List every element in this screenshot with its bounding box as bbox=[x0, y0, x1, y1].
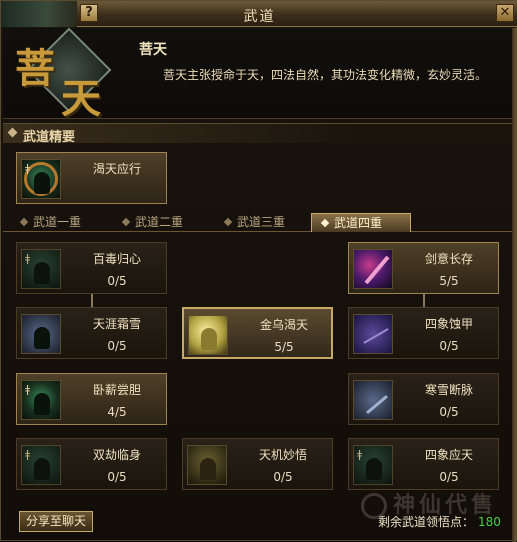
skill-name: 渴天应行 bbox=[92, 162, 141, 176]
meditation-icon: ǂ bbox=[21, 380, 61, 420]
skill-level: 0/5 bbox=[439, 405, 459, 419]
meditation-icon: ǂ bbox=[353, 445, 393, 485]
fan-icon bbox=[353, 314, 393, 354]
share-to-chat-button[interactable]: 分享至聊天 bbox=[19, 511, 93, 532]
skill-card-jinwu[interactable]: 金乌渴天 5/5 bbox=[182, 307, 333, 359]
tab-label: 武道四重 bbox=[334, 216, 383, 230]
title-bar[interactable]: ? 武道 ✕ bbox=[1, 1, 517, 27]
tree-connector bbox=[91, 294, 93, 307]
remaining-points: 剩余武道领悟点： 180 bbox=[378, 513, 501, 530]
tab-tier-3[interactable]: 武道三重 bbox=[215, 213, 315, 232]
ochre-icon bbox=[187, 445, 227, 485]
skill-name: 百毒归心 bbox=[92, 252, 141, 266]
remaining-points-label: 剩余武道领悟点： bbox=[378, 515, 475, 529]
essentials-section-header: 武道精要 bbox=[3, 123, 516, 145]
skill-level: 5/5 bbox=[439, 274, 459, 288]
skill-card-tianji[interactable]: 天机妙悟 0/5 bbox=[182, 438, 333, 490]
tab-dot-icon bbox=[223, 217, 233, 227]
tab-label: 武道三重 bbox=[237, 215, 286, 229]
school-description: 菩天主张授命于天，四法自然，其功法变化精微，玄妙灵活。 bbox=[163, 68, 488, 82]
tab-tier-2[interactable]: 武道二重 bbox=[113, 213, 213, 232]
skill-name: 天机妙悟 bbox=[258, 448, 307, 462]
remaining-points-value: 180 bbox=[478, 515, 501, 529]
skill-level: 0/5 bbox=[107, 339, 127, 353]
tab-label: 武道二重 bbox=[135, 215, 184, 229]
skill-name: 双劫临身 bbox=[92, 448, 141, 462]
skill-level: 0/5 bbox=[107, 274, 127, 288]
skill-level: 5/5 bbox=[274, 340, 294, 354]
skill-name: 剑意长存 bbox=[424, 252, 473, 266]
martial-path-window: ? 武道 ✕ 菩 天 菩天 菩天主张授命于天，四法自然，其功法变化精微，玄妙灵活… bbox=[0, 0, 517, 542]
skill-card-shuangjie[interactable]: ǂ 双劫临身 0/5 bbox=[16, 438, 167, 490]
skill-card-woxin[interactable]: ǂ 卧薪尝胆 4/5 bbox=[16, 373, 167, 425]
skill-name: 寒雪断脉 bbox=[424, 383, 473, 397]
tab-tier-4[interactable]: 武道四重 bbox=[311, 213, 411, 232]
skill-level: 0/5 bbox=[107, 470, 127, 484]
tab-dot-icon bbox=[320, 218, 330, 228]
tab-label: 武道一重 bbox=[33, 215, 82, 229]
skill-name: 四象蚀甲 bbox=[424, 317, 473, 331]
tree-connector bbox=[423, 294, 425, 307]
skill-level: 0/5 bbox=[273, 470, 293, 484]
skill-name: 天涯霜雪 bbox=[92, 317, 141, 331]
diamond-bullet-icon bbox=[7, 127, 18, 138]
skill-name: 卧薪尝胆 bbox=[92, 383, 141, 397]
window-right-edge bbox=[512, 28, 516, 542]
tier-tabs: 武道一重 武道二重 武道三重 武道四重 bbox=[3, 212, 516, 232]
skill-level: 4/5 bbox=[107, 405, 127, 419]
meditation-icon: ǂ bbox=[21, 249, 61, 289]
skill-level: 0/5 bbox=[439, 339, 459, 353]
essentials-label: 武道精要 bbox=[23, 130, 76, 145]
meditation-fire-icon: ǂ bbox=[21, 159, 61, 199]
skill-name: 四象应天 bbox=[424, 448, 473, 462]
skill-card-tianya[interactable]: 天涯霜雪 0/5 bbox=[16, 307, 167, 359]
sword-slash-icon bbox=[353, 249, 393, 289]
meditation-icon: ǂ bbox=[21, 445, 61, 485]
skill-card-jianyi[interactable]: 剑意长存 5/5 bbox=[348, 242, 499, 294]
school-name: 菩天 bbox=[139, 42, 167, 58]
tab-dot-icon bbox=[19, 217, 29, 227]
frost-icon bbox=[21, 314, 61, 354]
close-button[interactable]: ✕ bbox=[496, 4, 514, 22]
skill-card-hanxue[interactable]: 寒雪断脉 0/5 bbox=[348, 373, 499, 425]
skill-name: 金乌渴天 bbox=[259, 318, 308, 332]
frost-blade-icon bbox=[353, 380, 393, 420]
school-header: 菩 天 菩天 菩天主张授命于天，四法自然，其功法变化精微，玄妙灵活。 bbox=[3, 27, 516, 122]
golden-crow-icon bbox=[188, 315, 228, 355]
school-emblem-icon: 菩 天 bbox=[9, 27, 121, 122]
skill-card-baidu[interactable]: ǂ 百毒归心 0/5 bbox=[16, 242, 167, 294]
skill-card-sixiang-shi[interactable]: 四象蚀甲 0/5 bbox=[348, 307, 499, 359]
skill-level: 0/5 bbox=[439, 470, 459, 484]
emblem-char-2: 天 bbox=[61, 75, 101, 122]
emblem-char-1: 菩 bbox=[15, 45, 55, 92]
tab-dot-icon bbox=[121, 217, 131, 227]
skill-card-sixiang-ying[interactable]: ǂ 四象应天 0/5 bbox=[348, 438, 499, 490]
tab-tier-1[interactable]: 武道一重 bbox=[11, 213, 111, 232]
essential-skill-card[interactable]: ǂ 渴天应行 bbox=[16, 152, 167, 204]
window-title: 武道 bbox=[243, 9, 276, 25]
